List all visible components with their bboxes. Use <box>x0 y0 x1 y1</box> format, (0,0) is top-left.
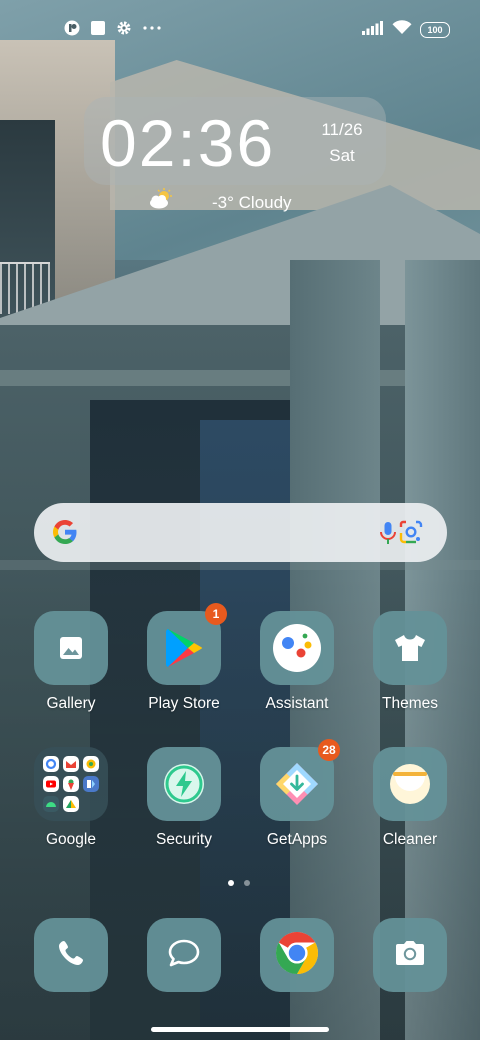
app-assistant[interactable]: Assistant <box>242 611 352 713</box>
camera-icon <box>394 939 426 972</box>
app-label: Gallery <box>46 695 96 712</box>
getapps-icon: 28 <box>260 739 340 821</box>
app-google-folder[interactable]: Google <box>16 747 126 849</box>
gallery-icon <box>34 611 108 685</box>
page-indicator[interactable] <box>228 880 250 886</box>
status-bar: 100 <box>0 14 480 42</box>
google-lens-icon[interactable] <box>398 519 424 545</box>
app-themes[interactable]: Themes <box>355 611 465 713</box>
phone-icon <box>56 938 86 973</box>
dock-chrome[interactable] <box>260 918 334 992</box>
app-cleaner[interactable]: Cleaner <box>355 747 465 849</box>
clock-date: 11/26 <box>321 120 363 139</box>
app-gallery[interactable]: Gallery <box>16 611 126 713</box>
more-dots-icon <box>142 20 162 36</box>
clock-date-block: 11/26 Sat <box>312 117 372 169</box>
assistant-icon <box>260 611 334 685</box>
app-notification-icon <box>64 20 80 36</box>
security-icon <box>147 747 221 821</box>
notification-badge: 1 <box>205 603 227 625</box>
microphone-icon[interactable] <box>376 520 400 546</box>
square-icon <box>90 20 106 36</box>
google-g-icon <box>50 517 80 547</box>
clock-day: Sat <box>329 146 355 165</box>
notification-badge: 28 <box>318 739 340 761</box>
play-store-icon: 1 <box>147 603 227 685</box>
cleaner-icon <box>373 747 447 821</box>
google-search-bar[interactable] <box>34 503 447 562</box>
weather-text: -3° Cloudy <box>212 192 292 212</box>
app-label: Play Store <box>148 695 220 712</box>
clock-widget[interactable]: 02:36 11/26 Sat <box>84 97 386 185</box>
app-label: Cleaner <box>382 831 438 848</box>
page-dot-2[interactable] <box>244 880 250 886</box>
clock-time: 02:36 <box>100 106 276 180</box>
home-gesture-bar[interactable] <box>151 1027 329 1032</box>
app-label: GetApps <box>266 831 328 848</box>
dock-messages[interactable] <box>147 918 221 992</box>
app-label: Google <box>46 831 96 848</box>
weather-widget[interactable]: -3° Cloudy <box>148 188 292 215</box>
app-getapps[interactable]: 28 GetApps <box>242 739 352 849</box>
battery-icon: 100 <box>420 22 450 38</box>
messages-icon <box>167 938 201 973</box>
google-folder-icon <box>34 747 108 821</box>
dock-camera[interactable] <box>373 918 447 992</box>
themes-shirt-icon <box>373 611 447 685</box>
signal-icon <box>362 20 384 40</box>
page-dot-1[interactable] <box>228 880 234 886</box>
chrome-icon <box>275 931 319 980</box>
app-security[interactable]: Security <box>129 747 239 849</box>
wifi-icon <box>392 20 412 40</box>
app-label: Security <box>156 831 212 848</box>
app-play-store[interactable]: 1 Play Store <box>129 603 239 713</box>
partly-cloudy-icon <box>148 188 174 215</box>
dock-phone[interactable] <box>34 918 108 992</box>
settings-gear-icon <box>116 20 132 36</box>
app-label: Assistant <box>265 695 329 712</box>
app-label: Themes <box>382 695 438 712</box>
